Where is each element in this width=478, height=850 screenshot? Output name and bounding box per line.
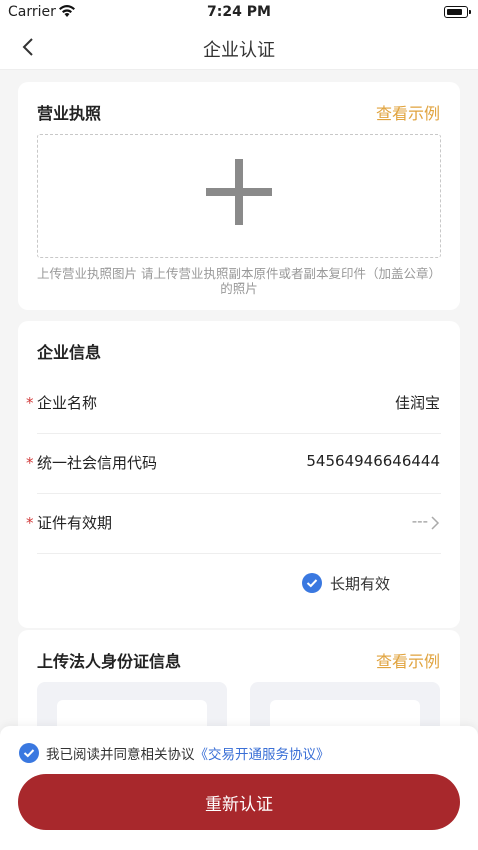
divider: [37, 553, 441, 554]
nav-bar: 企业认证: [0, 26, 478, 70]
plus-icon: [206, 159, 272, 225]
agreement-checkbox-icon[interactable]: [19, 743, 39, 763]
required-star: *: [26, 454, 34, 472]
upload-hint: 上传营业执照图片 请上传营业执照副本原件或者副本复印件（加盖公章）的照片: [37, 266, 441, 296]
resubmit-button[interactable]: 重新认证: [18, 774, 460, 830]
validity-period-label: 证件有效期: [37, 514, 113, 532]
checkmark-circle-icon[interactable]: [302, 573, 322, 593]
business-license-card: 营业执照 查看示例 上传营业执照图片 请上传营业执照副本原件或者副本复印件（加盖…: [18, 82, 460, 310]
company-name-value[interactable]: 佳润宝: [395, 392, 440, 413]
enterprise-info-title: 企业信息: [37, 343, 102, 362]
validity-period-value[interactable]: ---: [412, 512, 428, 530]
status-bar: Carrier 7:24 PM: [0, 0, 478, 26]
id-card-title: 上传法人身份证信息: [37, 652, 182, 671]
long-term-label: 长期有效: [330, 575, 391, 593]
bottom-action-bar: 我已阅读并同意相关协议《交易开通服务协议》 重新认证: [0, 726, 478, 850]
id-card-example-link[interactable]: 查看示例: [376, 648, 440, 672]
business-license-title: 营业执照: [37, 104, 102, 123]
page-title: 企业认证: [203, 40, 275, 61]
license-upload-box[interactable]: [37, 134, 441, 258]
credit-code-label: 统一社会信用代码: [37, 454, 158, 472]
long-term-option[interactable]: 长期有效: [302, 573, 428, 595]
enterprise-info-card: 企业信息 * 企业名称 佳润宝 * 统一社会信用代码 5456494664644…: [18, 321, 460, 628]
battery-icon: [444, 6, 471, 18]
company-name-row[interactable]: * 企业名称 佳润宝: [18, 374, 460, 434]
agreement-link[interactable]: 《交易开通服务协议》: [195, 747, 330, 763]
agreement-prefix: 我已阅读并同意相关协议: [46, 747, 195, 763]
validity-period-row[interactable]: * 证件有效期 ---: [18, 494, 460, 554]
chevron-right-icon[interactable]: [430, 516, 440, 530]
status-time: 7:24 PM: [207, 4, 271, 20]
license-example-link[interactable]: 查看示例: [376, 100, 440, 124]
agreement-text: 我已阅读并同意相关协议《交易开通服务协议》: [46, 743, 330, 763]
required-star: *: [26, 394, 34, 412]
credit-code-value[interactable]: 54564946646444: [306, 452, 440, 470]
credit-code-row[interactable]: * 统一社会信用代码 54564946646444: [18, 434, 460, 494]
required-star: *: [26, 514, 34, 532]
company-name-label: 企业名称: [37, 394, 98, 412]
